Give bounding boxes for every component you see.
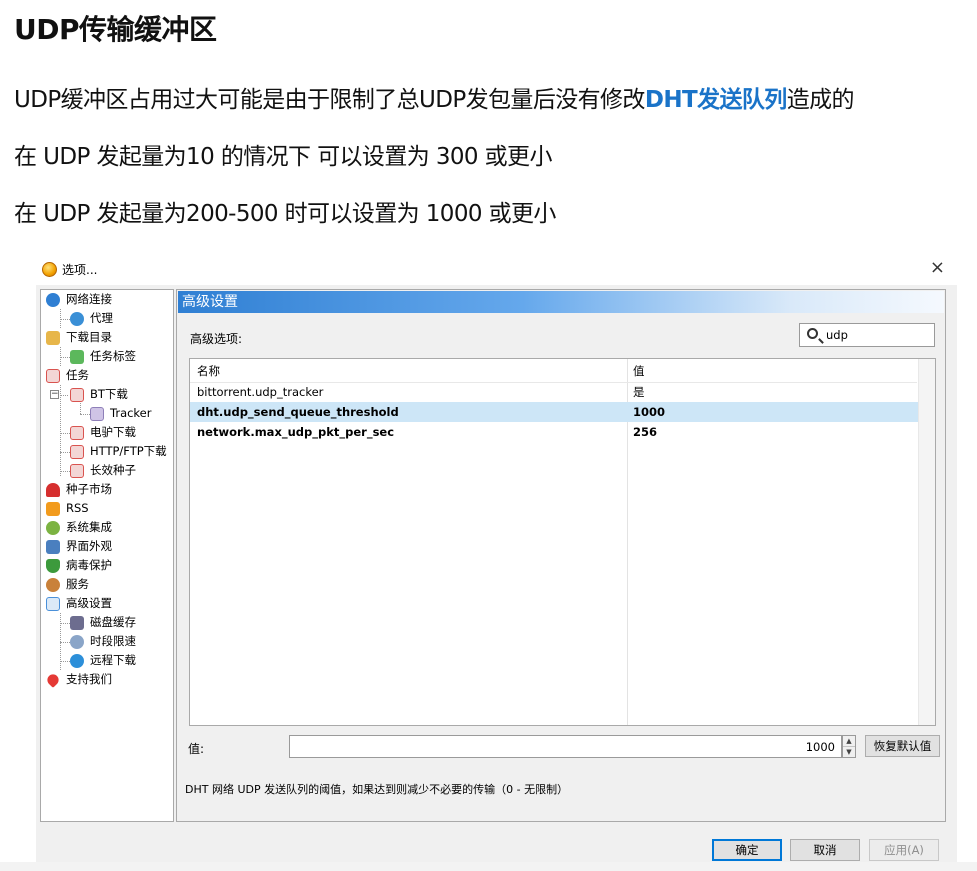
paragraph-2: 在 UDP 发起量为10 的情况下 可以设置为 300 或更小 — [14, 144, 552, 170]
tree-item-integration[interactable]: 系统集成 — [46, 518, 112, 537]
paragraph-3: 在 UDP 发起量为200-500 时可以设置为 1000 或更小 — [14, 201, 556, 227]
tree-item-download-dir[interactable]: 下载目录 — [46, 328, 112, 347]
remote-icon — [70, 653, 84, 668]
magnet-icon — [46, 482, 60, 497]
paragraph-1-before: UDP缓冲区占用过大可能是由于限制了总UDP发包量后没有修改 — [14, 87, 645, 113]
tree-item-network[interactable]: 网络连接 — [46, 290, 112, 309]
task-icon — [70, 444, 84, 459]
tree-item-tracker[interactable]: Tracker — [90, 404, 152, 423]
network-icon — [46, 292, 60, 307]
tree-item-emule[interactable]: 电驴下载 — [70, 423, 136, 442]
collapse-bt-icon[interactable]: − — [50, 390, 59, 399]
column-name-header[interactable]: 名称 — [197, 361, 220, 381]
heart-icon — [45, 671, 61, 688]
table-row[interactable]: network.max_udp_pkt_per_sec 256 — [190, 422, 918, 442]
page-bottom-strip — [0, 862, 977, 871]
grid-header-row: 名称 值 — [190, 361, 918, 381]
integration-icon — [46, 520, 60, 535]
rss-icon — [46, 501, 60, 516]
tree-item-rss[interactable]: RSS — [46, 499, 89, 518]
table-row[interactable]: bittorrent.udp_tracker 是 — [190, 382, 918, 402]
option-description: DHT 网络 UDP 发送队列的阈值，如果达到则减少不必要的传输（0 - 无限制… — [185, 783, 569, 796]
value-spinner: ▲ ▼ — [842, 735, 856, 758]
tree-item-support[interactable]: 支持我们 — [45, 670, 112, 689]
options-tree[interactable]: − 网络连接 代理 下载目录 任务标签 任务 BT下载 Tracker 电驴下载… — [40, 289, 174, 822]
dialog-titlebar: 选项... × — [36, 253, 957, 285]
service-icon — [46, 577, 60, 592]
spin-up-icon[interactable]: ▲ — [843, 736, 855, 747]
tree-item-proxy[interactable]: 代理 — [70, 309, 113, 328]
task-icon — [46, 368, 60, 383]
dialog-title: 选项... — [62, 263, 98, 277]
task-icon — [70, 425, 84, 440]
folder-icon — [46, 330, 60, 345]
tree-item-task[interactable]: 任务 — [46, 366, 89, 385]
options-grid[interactable]: 名称 值 bittorrent.udp_tracker 是 dht.udp_se… — [189, 358, 936, 726]
tag-icon — [70, 349, 84, 364]
grid-scrollbar[interactable] — [918, 359, 935, 725]
tree-item-disk-cache[interactable]: 磁盘缓存 — [70, 613, 136, 632]
proxy-icon — [70, 311, 84, 326]
value-input[interactable] — [289, 735, 842, 758]
tree-item-remote[interactable]: 远程下载 — [70, 651, 136, 670]
schedule-icon — [70, 634, 84, 649]
dht-send-queue-link[interactable]: DHT发送队列 — [645, 87, 787, 113]
shield-icon — [46, 558, 60, 573]
restore-default-button[interactable]: 恢复默认值 — [865, 735, 940, 757]
cancel-button[interactable]: 取消 — [790, 839, 860, 861]
task-icon — [70, 387, 84, 402]
table-row-selected[interactable]: dht.udp_send_queue_threshold 1000 — [190, 402, 918, 422]
dialog-body: − 网络连接 代理 下载目录 任务标签 任务 BT下载 Tracker 电驴下载… — [36, 285, 957, 865]
paragraph-1: UDP缓冲区占用过大可能是由于限制了总UDP发包量后没有修改DHT发送队列造成的 — [14, 80, 854, 114]
apply-button[interactable]: 应用(A) — [869, 839, 939, 861]
tree-item-task-tags[interactable]: 任务标签 — [70, 347, 136, 366]
task-icon — [70, 463, 84, 478]
spin-down-icon[interactable]: ▼ — [843, 747, 855, 758]
tree-item-http-ftp[interactable]: HTTP/FTP下载 — [70, 442, 167, 461]
tree-item-appearance[interactable]: 界面外观 — [46, 537, 112, 556]
tree-item-seed-market[interactable]: 种子市场 — [46, 480, 112, 499]
tree-item-long-seed[interactable]: 长效种子 — [70, 461, 136, 480]
search-icon — [807, 328, 818, 339]
cube-icon — [90, 406, 104, 421]
search-input[interactable] — [824, 326, 928, 344]
advanced-icon — [46, 596, 60, 611]
article-title: UDP传输缓冲区 — [14, 13, 217, 46]
paragraph-1-after: 造成的 — [786, 87, 855, 113]
panel-header: 高级设置 — [178, 291, 944, 313]
search-box[interactable] — [799, 323, 935, 347]
tree-item-bt[interactable]: BT下载 — [70, 385, 128, 404]
app-icon — [42, 262, 57, 277]
value-label: 值: — [188, 742, 205, 756]
column-value-header[interactable]: 值 — [633, 361, 645, 381]
advanced-options-label: 高级选项: — [190, 332, 243, 346]
options-dialog: 选项... × − 网络连接 代理 下载目录 任务标签 任务 BT下载 Trac… — [36, 253, 957, 865]
advanced-panel: 高级设置 高级选项: 名称 值 bittorrent.udp_tracker 是 — [176, 289, 946, 822]
close-button[interactable]: × — [930, 257, 945, 278]
appearance-icon — [46, 539, 60, 554]
tree-item-schedule[interactable]: 时段限速 — [70, 632, 136, 651]
tree-item-virus[interactable]: 病毒保护 — [46, 556, 112, 575]
tree-item-service[interactable]: 服务 — [46, 575, 89, 594]
tree-item-advanced[interactable]: 高级设置 — [46, 594, 112, 613]
ok-button[interactable]: 确定 — [712, 839, 782, 861]
disk-icon — [70, 615, 84, 630]
